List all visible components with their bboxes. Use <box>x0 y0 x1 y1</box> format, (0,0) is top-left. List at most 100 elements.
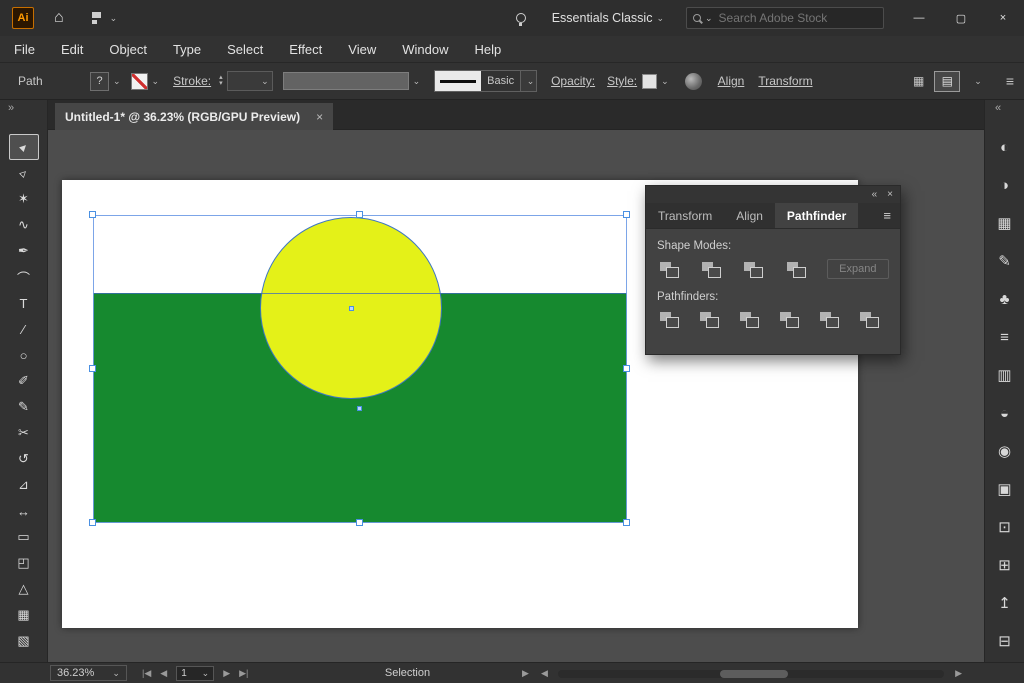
next-artboard-icon[interactable]: ▶ <box>223 668 230 679</box>
panel-menu-icon[interactable]: ≡ <box>883 208 891 223</box>
trim-button[interactable] <box>697 310 721 328</box>
libraries-panel-icon[interactable]: ⊟ <box>985 622 1024 660</box>
graphic-styles-panel-icon[interactable]: ▣ <box>985 470 1024 508</box>
transform-link[interactable]: Transform <box>758 74 812 88</box>
color-guide-panel-icon[interactable]: ◑ <box>985 166 1024 204</box>
arrange-documents-chevron-icon[interactable]: ⌄ <box>110 13 118 24</box>
tool-magic-wand[interactable]: ✶ <box>9 186 39 212</box>
tool-direct-selection[interactable]: ▹ <box>9 160 39 186</box>
panel-close-icon[interactable]: × <box>887 189 893 200</box>
layers-panel-icon[interactable]: ⊡ <box>985 508 1024 546</box>
scroll-right-icon[interactable]: ▶ <box>955 668 962 679</box>
stroke-weight-label[interactable]: Stroke: <box>173 74 211 88</box>
unite-button[interactable] <box>657 260 680 278</box>
fill-swatch[interactable]: ? <box>90 72 109 91</box>
tool-lasso[interactable]: ∿ <box>9 212 39 238</box>
handle-top-left[interactable] <box>89 211 96 218</box>
first-artboard-icon[interactable]: |◀ <box>142 668 151 679</box>
tool-pencil[interactable]: ✎ <box>9 394 39 420</box>
tool-mesh[interactable]: ▦ <box>9 602 39 628</box>
last-artboard-icon[interactable]: ▶| <box>239 668 248 679</box>
expand-button[interactable]: Expand <box>827 259 889 279</box>
minus-back-button[interactable] <box>857 310 881 328</box>
tool-line-segment[interactable]: ∕ <box>9 316 39 342</box>
stepper-down-icon[interactable]: ▾ <box>219 81 223 87</box>
rectangle-center-point[interactable] <box>357 406 362 411</box>
stroke-panel-icon[interactable]: ≡ <box>985 318 1024 356</box>
widget-chevron-icon[interactable]: ⌄ <box>974 76 982 87</box>
handle-middle-left[interactable] <box>89 365 96 372</box>
outline-button[interactable] <box>817 310 841 328</box>
tool-rotate[interactable]: ↺ <box>9 446 39 472</box>
align-link[interactable]: Align <box>718 74 745 88</box>
style-link[interactable]: Style: <box>607 74 637 88</box>
tool-curvature[interactable]: ⌒ <box>9 264 39 290</box>
swatches-panel-icon[interactable]: ▦ <box>985 204 1024 242</box>
tool-ellipse[interactable]: ○ <box>9 342 39 368</box>
tool-paintbrush[interactable]: ✐ <box>9 368 39 394</box>
discover-lightbulb-icon[interactable] <box>516 13 526 23</box>
tool-shape-builder[interactable]: ◰ <box>9 550 39 576</box>
tool-type[interactable]: T <box>9 290 39 316</box>
tab-transform[interactable]: Transform <box>646 203 724 228</box>
isolate-grid-icon[interactable]: ▦ <box>913 74 924 88</box>
opacity-link[interactable]: Opacity: <box>551 74 595 88</box>
panel-collapse-icon[interactable]: « <box>872 189 878 200</box>
handle-top-center[interactable] <box>356 211 363 218</box>
handle-bottom-left[interactable] <box>89 519 96 526</box>
menu-help[interactable]: Help <box>474 42 501 57</box>
workspace-switcher[interactable]: Essentials Classic <box>552 11 653 25</box>
stroke-weight-dropdown[interactable]: ⌄ <box>227 71 273 91</box>
scroll-left-icon[interactable]: ◀ <box>541 668 548 679</box>
tab-align[interactable]: Align <box>724 203 775 228</box>
artboard-number-dropdown[interactable]: 1 ⌄ <box>176 666 214 681</box>
home-icon[interactable]: ⌂ <box>54 9 64 27</box>
merge-button[interactable] <box>737 310 761 328</box>
handle-bottom-right[interactable] <box>623 519 630 526</box>
tool-scale[interactable]: ⊿ <box>9 472 39 498</box>
stroke-weight-stepper[interactable]: ▴ ▾ <box>219 75 223 87</box>
document-setup-widget[interactable]: ▤ <box>934 71 960 92</box>
crop-button[interactable] <box>777 310 801 328</box>
handle-bottom-center[interactable] <box>356 519 363 526</box>
graphic-style-chevron-icon[interactable]: ⌄ <box>661 76 669 87</box>
menu-object[interactable]: Object <box>109 42 147 57</box>
minus-front-button[interactable] <box>699 260 722 278</box>
control-panel-menu-icon[interactable]: ≡ <box>1006 73 1014 89</box>
transparency-panel-icon[interactable]: ◒ <box>985 394 1024 432</box>
arrange-documents-icon[interactable] <box>92 12 106 24</box>
tool-gradient[interactable]: ▧ <box>9 628 39 654</box>
menu-effect[interactable]: Effect <box>289 42 322 57</box>
search-input[interactable] <box>719 11 877 25</box>
tool-scissors[interactable]: ✂ <box>9 420 39 446</box>
workspace-chevron-icon[interactable]: ⌄ <box>656 13 664 24</box>
search-scope-chevron-icon[interactable]: ⌄ <box>705 13 713 24</box>
menu-type[interactable]: Type <box>173 42 201 57</box>
tool-selection[interactable]: ▸ <box>9 134 39 160</box>
tool-free-transform[interactable]: ▭ <box>9 524 39 550</box>
tool-pen[interactable]: ✒ <box>9 238 39 264</box>
appearance-panel-icon[interactable]: ◉ <box>985 432 1024 470</box>
asset-export-panel-icon[interactable]: ↥ <box>985 584 1024 622</box>
artboards-panel-icon[interactable]: ⊞ <box>985 546 1024 584</box>
tool-width[interactable]: ↔ <box>9 498 39 524</box>
stroke-chevron-icon[interactable]: ⌄ <box>152 76 160 87</box>
exclude-button[interactable] <box>784 260 807 278</box>
pathfinder-panel-header[interactable]: « × <box>646 186 900 203</box>
minimize-button[interactable]: — <box>898 0 940 36</box>
menu-file[interactable]: File <box>14 42 35 57</box>
maximize-button[interactable]: ▢ <box>940 0 982 36</box>
previous-artboard-icon[interactable]: ◀ <box>160 668 167 679</box>
close-button[interactable]: × <box>982 0 1024 36</box>
zoom-chevron-icon[interactable]: ⌄ <box>112 668 120 679</box>
document-tab[interactable]: Untitled-1* @ 36.23% (RGB/GPU Preview) × <box>55 103 333 130</box>
panel-dock-expand-icon[interactable]: « <box>995 102 1001 114</box>
tab-pathfinder[interactable]: Pathfinder <box>775 203 858 228</box>
menu-edit[interactable]: Edit <box>61 42 83 57</box>
stroke-profile-chevron-icon[interactable]: ⌄ <box>520 71 536 91</box>
circle-center-point[interactable] <box>349 306 354 311</box>
fill-chevron-icon[interactable]: ⌄ <box>113 76 121 87</box>
menu-select[interactable]: Select <box>227 42 263 57</box>
tool-perspective-grid[interactable]: △ <box>9 576 39 602</box>
brushes-panel-icon[interactable]: ✎ <box>985 242 1024 280</box>
